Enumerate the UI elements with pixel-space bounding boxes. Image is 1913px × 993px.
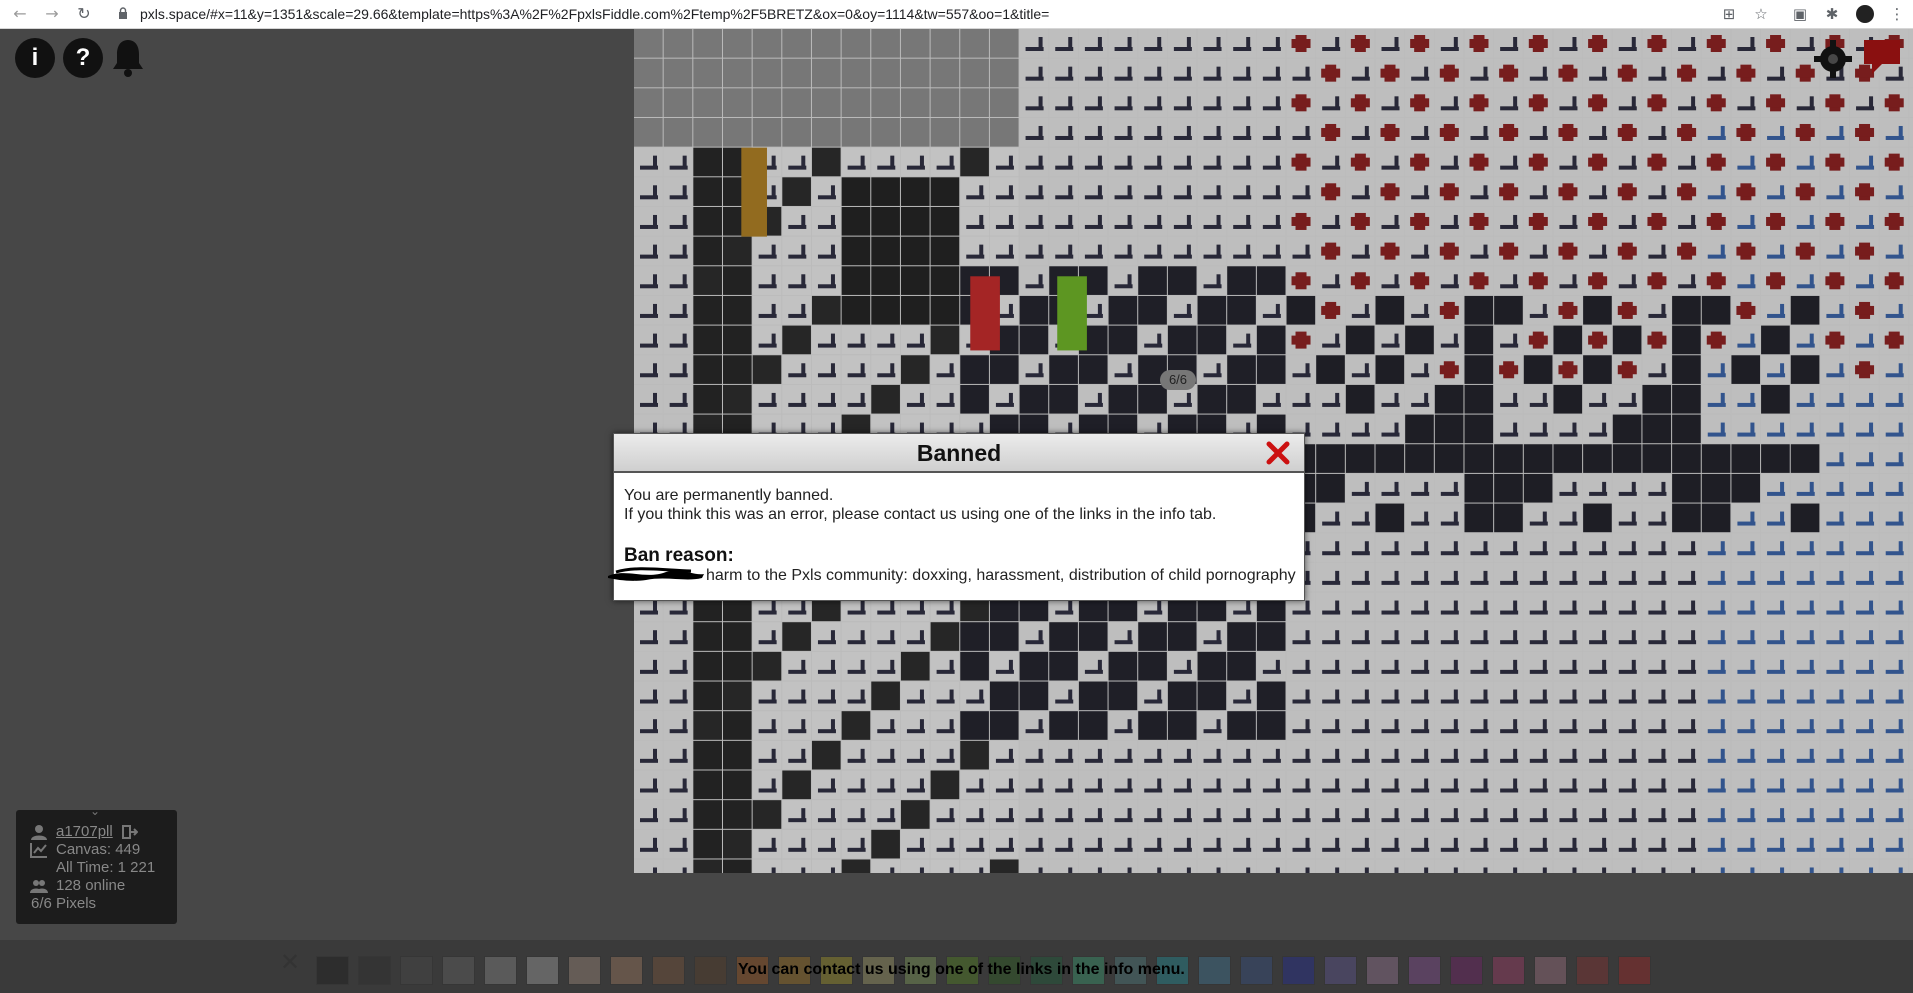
help-icon[interactable]: ? [63, 38, 103, 78]
palette-swatch[interactable] [1366, 956, 1399, 985]
back-icon[interactable]: ← [10, 4, 30, 24]
deselect-color-icon[interactable]: ✕ [280, 948, 300, 976]
palette-swatch[interactable] [1240, 956, 1273, 985]
palette-swatch[interactable] [1534, 956, 1567, 985]
reload-icon[interactable]: ↻ [74, 4, 94, 24]
palette-swatch[interactable] [1576, 956, 1609, 985]
gear-icon[interactable] [1812, 38, 1854, 80]
user-info-panel: ⌄ a1707pll Canvas: 449 All Time: 1 221 1… [16, 804, 177, 924]
users-icon [30, 880, 48, 893]
star-icon[interactable]: ☆ [1752, 5, 1770, 23]
online-count: 128 online [56, 877, 126, 894]
palette-swatch[interactable] [1282, 956, 1315, 985]
cursor-pixel-count: 6/6 [1160, 370, 1196, 390]
palette-bar: ✕ You can contact us using one of the li… [0, 940, 1913, 993]
address-bar[interactable]: pxls.space/#x=11&y=1351&scale=29.66&temp… [140, 6, 1049, 22]
chart-icon [30, 843, 47, 858]
close-icon[interactable] [1262, 437, 1294, 469]
user-icon [31, 825, 47, 840]
logout-icon[interactable] [122, 824, 138, 840]
banned-modal: Banned You are permanently banned. If yo… [608, 433, 1305, 601]
modal-title: Banned [916, 440, 1002, 466]
extension-icon[interactable]: ▣ [1791, 5, 1809, 23]
lock-icon [119, 7, 127, 19]
chevron-down-icon[interactable]: ⌄ [90, 804, 100, 818]
palette-swatch[interactable] [400, 956, 433, 985]
username-link[interactable]: a1707pll [56, 823, 113, 840]
palette-swatch[interactable] [484, 956, 517, 985]
palette-swatch[interactable] [1408, 956, 1441, 985]
pixel-count: 6/6 Pixels [31, 895, 97, 912]
palette-swatch[interactable] [1198, 956, 1231, 985]
menu-dots-icon[interactable]: ⋮ [1888, 5, 1906, 23]
palette-swatch[interactable] [568, 956, 601, 985]
palette-swatch[interactable] [694, 956, 727, 985]
palette-swatch[interactable] [1618, 956, 1651, 985]
redaction-scribble [608, 567, 704, 581]
palette-swatch[interactable] [652, 956, 685, 985]
palette-message: You can contact us using one of the link… [738, 961, 1185, 978]
info-icon[interactable]: i [15, 38, 55, 78]
all-time-count: All Time: 1 221 [56, 859, 156, 876]
chat-icon[interactable] [1860, 36, 1904, 76]
palette-swatch[interactable] [1324, 956, 1357, 985]
browser-toolbar: ← → ↻ pxls.space/#x=11&y=1351&scale=29.6… [0, 0, 1913, 29]
ban-contact-text: If you think this was an error, please c… [624, 506, 1217, 523]
profile-avatar-icon[interactable] [1856, 5, 1874, 23]
forward-icon[interactable]: → [42, 4, 62, 24]
palette-swatch[interactable] [316, 956, 349, 985]
ban-reason-text: harm to the Pxls community: doxxing, har… [706, 567, 1296, 584]
palette-swatch[interactable] [1492, 956, 1525, 985]
puzzle-icon[interactable]: ✱ [1823, 5, 1841, 23]
palette-swatch[interactable] [1450, 956, 1483, 985]
palette-swatch[interactable] [358, 956, 391, 985]
bell-icon[interactable] [110, 36, 146, 80]
canvas-count: Canvas: 449 [56, 841, 141, 858]
modal-header: Banned [614, 434, 1304, 473]
translate-icon[interactable]: ⊞ [1720, 5, 1738, 23]
ban-status-text: You are permanently banned. [624, 487, 834, 504]
palette-swatch[interactable] [526, 956, 559, 985]
palette-swatch[interactable] [442, 956, 475, 985]
palette-swatch[interactable] [610, 956, 643, 985]
